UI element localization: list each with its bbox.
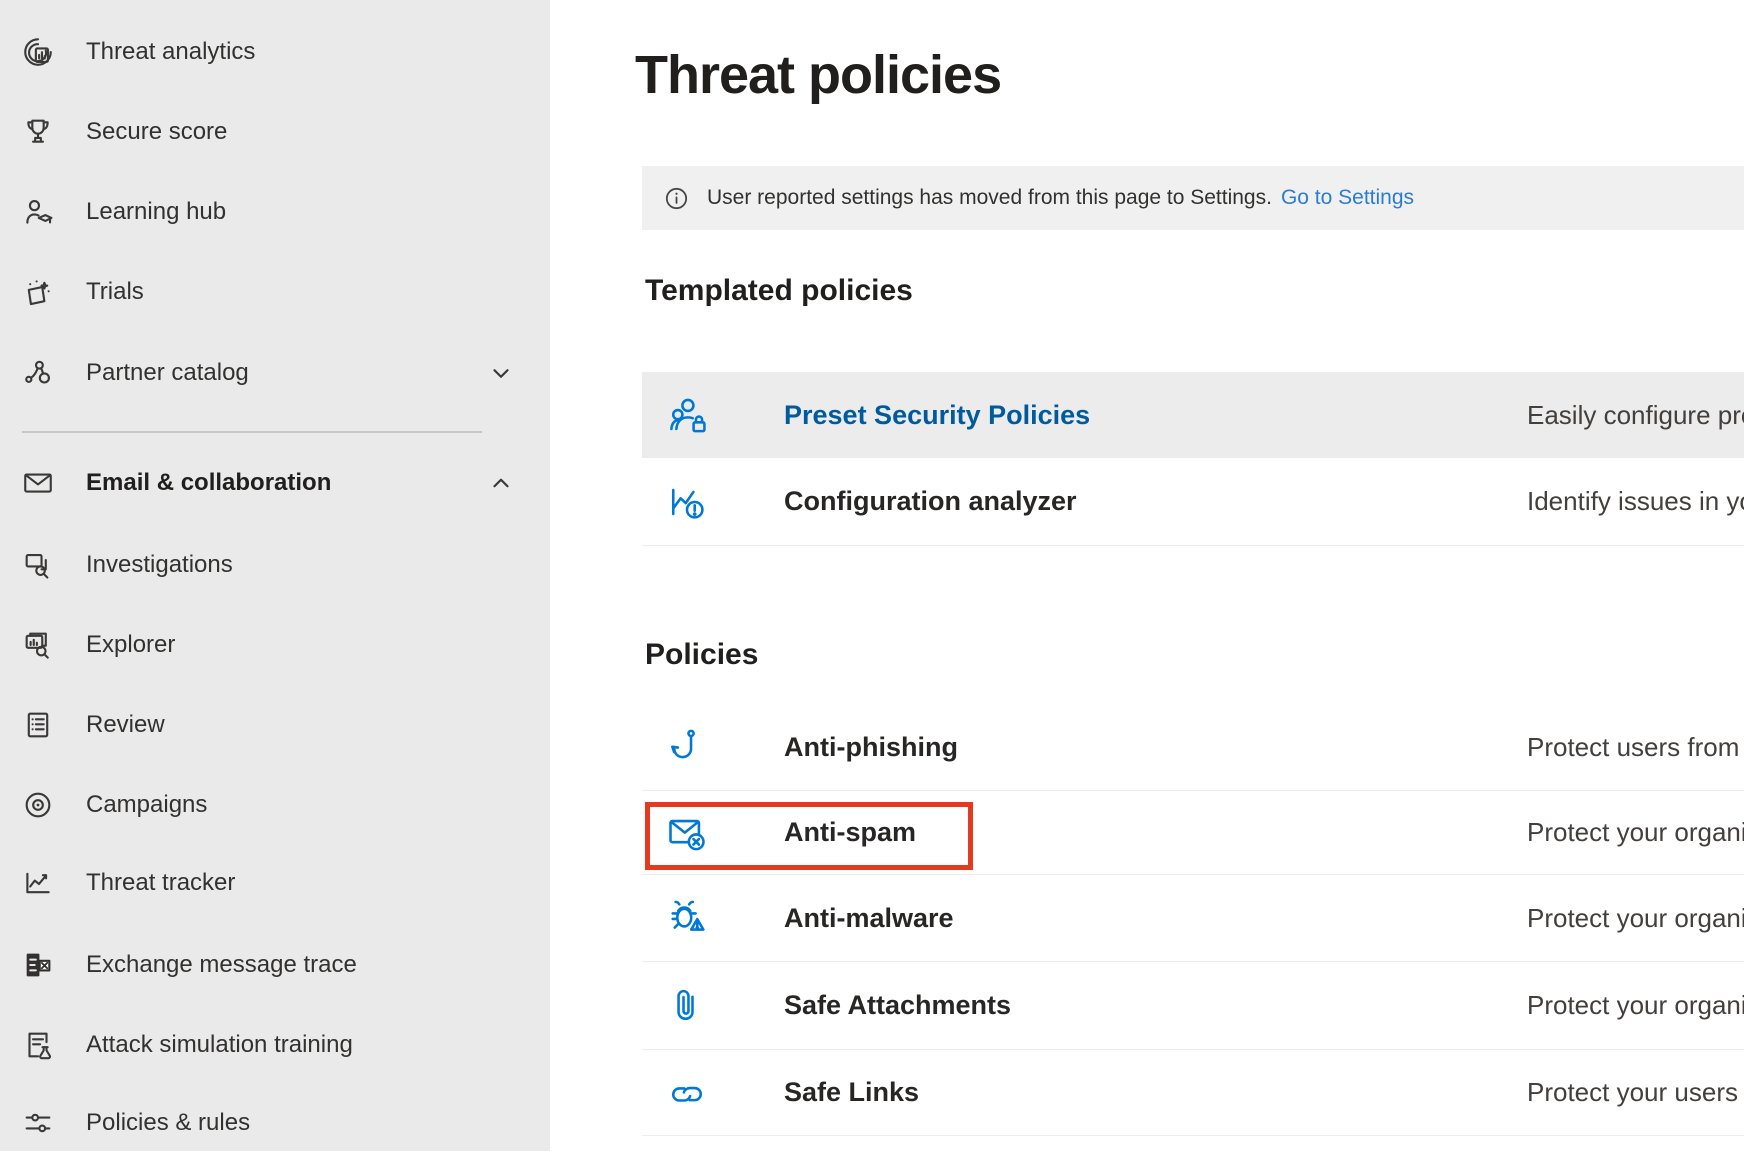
sidebar-item-label: Partner catalog: [86, 359, 249, 387]
sidebar-item-threat-tracker[interactable]: Threat tracker: [0, 843, 550, 923]
sidebar-item-label: Review: [86, 711, 165, 739]
configuration-analyzer-icon: [664, 479, 710, 525]
sidebar-item-label: Secure score: [86, 118, 227, 146]
learning-hub-icon: [20, 194, 56, 230]
sidebar-item-explorer[interactable]: Explorer: [0, 605, 550, 685]
sidebar-item-label: Trials: [86, 278, 144, 306]
campaigns-icon: [20, 787, 56, 823]
row-description: Identify issues in you: [1527, 486, 1744, 517]
sidebar-item-label: Policies & rules: [86, 1109, 250, 1137]
sidebar-item-label: Campaigns: [86, 791, 207, 819]
sidebar-divider: [22, 431, 482, 433]
go-to-settings-link[interactable]: Go to Settings: [1281, 186, 1414, 210]
row-description: Protect your organiz: [1527, 903, 1744, 934]
sidebar-item-trials[interactable]: Trials: [0, 252, 550, 332]
sliders-icon: [20, 1105, 56, 1141]
sidebar-item-label: Explorer: [86, 631, 175, 659]
safe-links-label: Safe Links: [784, 1077, 919, 1108]
partner-catalog-icon: [20, 355, 56, 391]
sidebar-item-secure-score[interactable]: Secure score: [0, 92, 550, 172]
sidebar-item-email-collaboration[interactable]: Email & collaboration: [0, 443, 550, 523]
trials-icon: [20, 274, 56, 310]
threat-tracker-icon: [20, 865, 56, 901]
banner-message: User reported settings has moved from th…: [707, 186, 1272, 210]
preset-security-policies-icon: [664, 392, 710, 438]
safe-attachments-label: Safe Attachments: [784, 990, 1011, 1021]
investigations-icon: [20, 547, 56, 583]
sidebar-item-exchange-message-trace[interactable]: Exchange message trace: [0, 925, 550, 1005]
row-description: Protect your organiz: [1527, 990, 1744, 1021]
safe-links-icon: [664, 1070, 710, 1116]
main-content: Threat policies User reported settings h…: [550, 0, 1744, 1151]
policy-row-anti-malware[interactable]: Anti-malware Protect your organiz: [642, 875, 1744, 962]
policy-row-anti-phishing[interactable]: Anti-phishing Protect users from p: [642, 704, 1744, 791]
policy-row-safe-attachments[interactable]: Safe Attachments Protect your organiz: [642, 962, 1744, 1050]
section-heading-templated-policies: Templated policies: [645, 274, 913, 308]
sidebar-item-threat-analytics[interactable]: Threat analytics: [0, 12, 550, 92]
info-icon: [663, 185, 690, 212]
sidebar-item-attack-simulation-training[interactable]: Attack simulation training: [0, 1005, 550, 1085]
sidebar-item-label: Learning hub: [86, 198, 226, 226]
sidebar-item-learning-hub[interactable]: Learning hub: [0, 172, 550, 252]
explorer-icon: [20, 627, 56, 663]
anti-spam-icon: [664, 810, 710, 856]
policy-row-configuration-analyzer[interactable]: Configuration analyzer Identify issues i…: [642, 458, 1744, 546]
policy-row-anti-spam[interactable]: Anti-spam Protect your organiz: [642, 791, 1744, 875]
anti-phishing-label: Anti-phishing: [784, 732, 958, 763]
sidebar-item-label: Threat tracker: [86, 869, 235, 897]
sidebar-item-label: Attack simulation training: [86, 1031, 353, 1059]
policy-row-safe-links[interactable]: Safe Links Protect your users fr: [642, 1050, 1744, 1136]
chevron-down-icon[interactable]: [488, 360, 514, 386]
page-title: Threat policies: [635, 44, 1001, 106]
exchange-icon: [20, 947, 56, 983]
threat-analytics-icon: [20, 34, 56, 70]
row-description: Easily configure prot: [1527, 400, 1744, 431]
policy-row-preset-security-policies[interactable]: Preset Security Policies Easily configur…: [642, 372, 1744, 458]
review-icon: [20, 707, 56, 743]
sidebar-item-label: Exchange message trace: [86, 951, 357, 979]
sidebar-nav: Threat analytics Secure score Learning h…: [0, 0, 550, 1151]
sidebar-item-campaigns[interactable]: Campaigns: [0, 765, 550, 845]
preset-security-policies-link[interactable]: Preset Security Policies: [784, 400, 1090, 431]
configuration-analyzer-label: Configuration analyzer: [784, 486, 1077, 517]
sidebar-item-policies-rules[interactable]: Policies & rules: [0, 1083, 550, 1163]
sidebar-item-investigations[interactable]: Investigations: [0, 525, 550, 605]
row-description: Protect your users fr: [1527, 1077, 1744, 1108]
chevron-up-icon[interactable]: [488, 470, 514, 496]
sidebar-item-review[interactable]: Review: [0, 685, 550, 765]
anti-malware-label: Anti-malware: [784, 903, 954, 934]
row-description: Protect your organiz: [1527, 817, 1744, 848]
sidebar-item-label: Threat analytics: [86, 38, 255, 66]
sidebar-item-label: Email & collaboration: [86, 469, 331, 497]
safe-attachments-icon: [664, 983, 710, 1029]
sidebar-item-label: Investigations: [86, 551, 233, 579]
trophy-icon: [20, 114, 56, 150]
row-description: Protect users from p: [1527, 732, 1744, 763]
envelope-icon: [20, 465, 56, 501]
anti-phishing-icon: [664, 724, 710, 770]
anti-malware-icon: [664, 895, 710, 941]
anti-spam-label: Anti-spam: [784, 817, 916, 848]
attack-simulation-icon: [20, 1027, 56, 1063]
section-heading-policies: Policies: [645, 638, 758, 672]
sidebar-item-partner-catalog[interactable]: Partner catalog: [0, 333, 550, 413]
info-banner: User reported settings has moved from th…: [642, 166, 1744, 230]
